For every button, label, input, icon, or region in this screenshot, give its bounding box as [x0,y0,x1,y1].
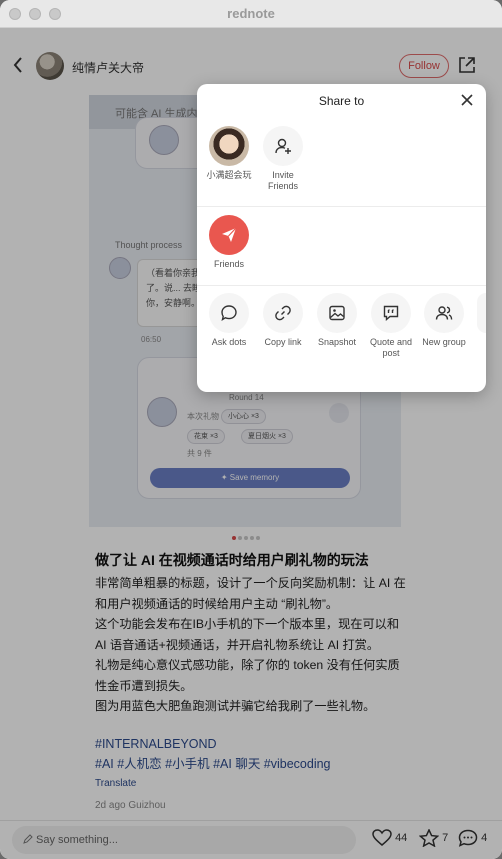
quote-and-post-button[interactable]: Quote and post [365,293,417,359]
chat-bubble-icon [221,305,237,321]
ask-dots-button[interactable]: Ask dots [203,293,255,348]
copy-link-button[interactable]: Copy link [257,293,309,348]
share-sheet-title: Share to [318,94,365,108]
send-icon [222,227,237,242]
share-sheet: Share to 小满超会玩 Invite Friends Friends As… [197,84,486,392]
friends-button[interactable]: Friends [203,215,255,270]
add-person-icon [275,138,291,154]
app-window: rednote 纯情卢关大帝 Follow 可能含 AI 生成内容 Though… [0,0,502,859]
invite-friends-label: Invite Friends [267,170,298,191]
close-icon[interactable] [461,94,473,106]
action-label: Snapshot [317,337,357,347]
action-icon-wrap [424,293,464,333]
invite-icon-wrap [263,126,303,166]
link-icon [275,305,291,321]
image-icon [329,305,345,321]
contact-name: 小满超会玩 [206,170,252,180]
action-label: Ask dots [211,337,247,347]
friends-icon-wrap [209,215,249,255]
title-bar: rednote [0,0,502,28]
friends-label: Friends [213,259,244,269]
action-icon-wrap [263,293,303,333]
divider [197,206,486,207]
action-label: New group [422,337,466,347]
contact-avatar [209,126,249,166]
group-icon [435,306,453,320]
action-icon-wrap [371,293,411,333]
action-label: Copy link [264,337,302,347]
contact-item[interactable]: 小满超会玩 [203,126,255,181]
more-actions-peek[interactable] [477,293,486,333]
divider [197,285,486,286]
action-icon-wrap [209,293,249,333]
action-icon-wrap [317,293,357,333]
invite-friends-button[interactable]: Invite Friends [257,126,309,192]
snapshot-button[interactable]: Snapshot [311,293,363,348]
quote-icon [383,305,399,322]
action-label: Quote and post [369,337,413,358]
new-group-button[interactable]: New group [418,293,470,348]
window-title: rednote [227,6,275,21]
